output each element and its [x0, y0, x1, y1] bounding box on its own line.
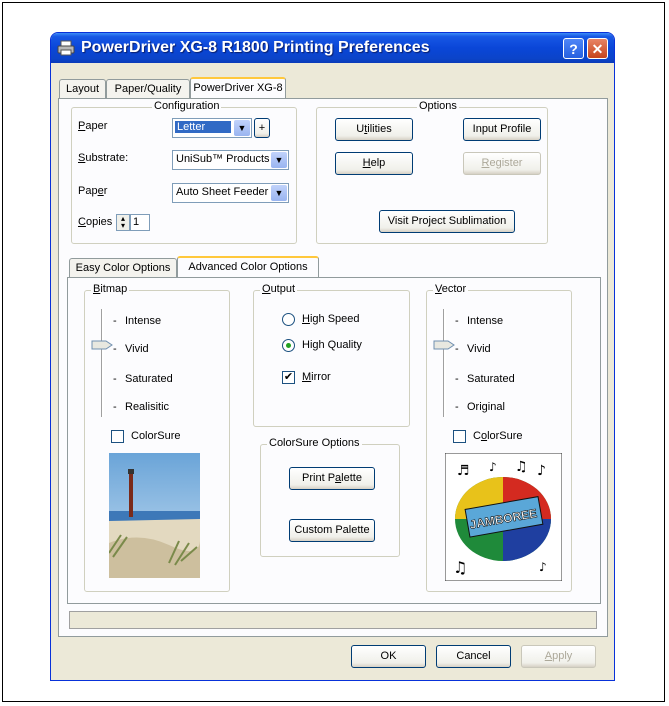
svg-text:♫: ♫ [453, 558, 467, 577]
svg-text:♬: ♬ [457, 463, 470, 479]
mirror-checkbox[interactable]: ✔ [282, 371, 295, 384]
paper-label: Paper [78, 120, 108, 132]
vector-tick-vivid: - [455, 343, 459, 355]
printing-preferences-dialog: PowerDriver XG-8 R1800 Printing Preferen… [50, 32, 615, 681]
output-label: Output [260, 283, 298, 295]
vector-colorsure-checkbox[interactable] [453, 430, 466, 443]
bitmap-colorsure-label: ColorSure [131, 430, 181, 442]
vector-level-intense: Intense [467, 315, 504, 327]
vector-level-original: Original [467, 401, 505, 413]
help-title-button[interactable]: ? [563, 38, 584, 59]
bitmap-tick-realistic: - [113, 401, 117, 413]
copies-label: Copies [78, 216, 113, 228]
mirror-label: Mirror [302, 371, 331, 383]
bitmap-colorsure-checkbox[interactable] [111, 430, 124, 443]
vector-group: Vector - Intense - Vivid - Saturated - O… [426, 283, 572, 592]
bitmap-group: Bitmap - Intense - Vivid - Saturated - R… [84, 283, 230, 592]
high-quality-radio[interactable] [282, 339, 295, 352]
vector-label: Vector [433, 283, 469, 295]
advanced-color-panel: Bitmap - Intense - Vivid - Saturated - R… [67, 277, 601, 604]
vector-colorsure-label: ColorSure [473, 430, 523, 442]
options-label: Options [417, 100, 459, 112]
add-paper-button[interactable]: + [254, 118, 270, 138]
chevron-down-icon: ▼ [234, 120, 250, 136]
substrate-select[interactable]: UniSub™ Products ▼ [172, 150, 289, 170]
vector-tick-original: - [455, 401, 459, 413]
configuration-label: Configuration [152, 100, 222, 112]
bitmap-label: Bitmap [91, 283, 130, 295]
cancel-button[interactable]: Cancel [436, 645, 511, 668]
high-quality-label: High Quality [302, 339, 362, 351]
utilities-button[interactable]: Utilities [335, 118, 413, 141]
help-button[interactable]: Help [335, 152, 413, 175]
bitmap-tick-vivid: - [113, 343, 117, 355]
bitmap-level-vivid: Vivid [125, 343, 149, 355]
bitmap-slider-track[interactable] [101, 309, 104, 417]
beach-lighthouse-image [109, 453, 200, 578]
bitmap-tick-intense: - [113, 315, 117, 327]
apply-button[interactable]: Apply [521, 645, 596, 668]
status-strip [69, 611, 597, 629]
tab-layout[interactable]: Layout [59, 79, 106, 99]
paper-source-select[interactable]: Auto Sheet Feeder ▼ [172, 183, 289, 203]
ok-button[interactable]: OK [351, 645, 426, 668]
jamboree-logo-image: JAMBOREE ♬ ♪ ♫ ♪ ♫ ♪ [445, 453, 562, 581]
svg-text:♪: ♪ [539, 560, 547, 574]
printer-icon [57, 40, 75, 56]
vector-level-vivid: Vivid [467, 343, 491, 355]
bitmap-level-realistic: Realisitic [125, 401, 170, 413]
window-title: PowerDriver XG-8 R1800 Printing Preferen… [81, 39, 430, 56]
svg-text:♪: ♪ [537, 463, 546, 479]
options-group: Options Utilities Input Profile Help Reg… [316, 100, 548, 244]
close-button[interactable]: ✕ [587, 38, 608, 59]
powerdriver-panel: Configuration Paper Letter ▼ + Substrate:… [58, 98, 608, 637]
substrate-label: Substrate: [78, 152, 129, 164]
bitmap-tick-saturated: - [113, 373, 117, 385]
visit-project-sublimation-button[interactable]: Visit Project Sublimation [379, 210, 515, 233]
high-speed-label: High Speed [302, 313, 360, 325]
copies-input[interactable]: 1 [130, 214, 150, 231]
svg-text:♪: ♪ [489, 460, 497, 474]
paper-source-label: Paper [78, 185, 108, 197]
paper-select[interactable]: Letter ▼ [172, 118, 252, 138]
tab-easy-color-options[interactable]: Easy Color Options [69, 258, 177, 278]
vector-tick-saturated: - [455, 373, 459, 385]
copies-spinner[interactable]: ▴ ▾ [116, 214, 130, 231]
bitmap-slider-thumb[interactable] [91, 340, 113, 350]
input-profile-button[interactable]: Input Profile [463, 118, 541, 141]
chevron-down-icon: ▼ [271, 152, 287, 168]
vector-tick-intense: - [455, 315, 459, 327]
register-button[interactable]: Register [463, 152, 541, 175]
title-bar[interactable]: PowerDriver XG-8 R1800 Printing Preferen… [51, 33, 614, 63]
svg-text:♫: ♫ [515, 459, 528, 475]
custom-palette-button[interactable]: Custom Palette [289, 519, 375, 542]
colorsure-options-group: ColorSure Options Print Palette Custom P… [260, 437, 400, 557]
high-speed-radio[interactable] [282, 313, 295, 326]
print-palette-button[interactable]: Print Palette [289, 467, 375, 490]
vector-slider-track[interactable] [443, 309, 446, 417]
output-group: Output High Speed High Quality ✔ Mirror [253, 283, 410, 427]
bitmap-level-saturated: Saturated [125, 373, 173, 385]
colorsure-options-label: ColorSure Options [267, 437, 362, 449]
vector-level-saturated: Saturated [467, 373, 515, 385]
tab-powerdriver[interactable]: PowerDriver XG-8 [190, 77, 286, 99]
vector-slider-thumb[interactable] [433, 340, 455, 350]
chevron-down-icon: ▼ [271, 185, 287, 201]
tab-advanced-color-options[interactable]: Advanced Color Options [177, 256, 319, 278]
configuration-group: Configuration Paper Letter ▼ + Substrate:… [71, 100, 297, 244]
bitmap-level-intense: Intense [125, 315, 162, 327]
tab-paper-quality[interactable]: Paper/Quality [106, 79, 190, 99]
